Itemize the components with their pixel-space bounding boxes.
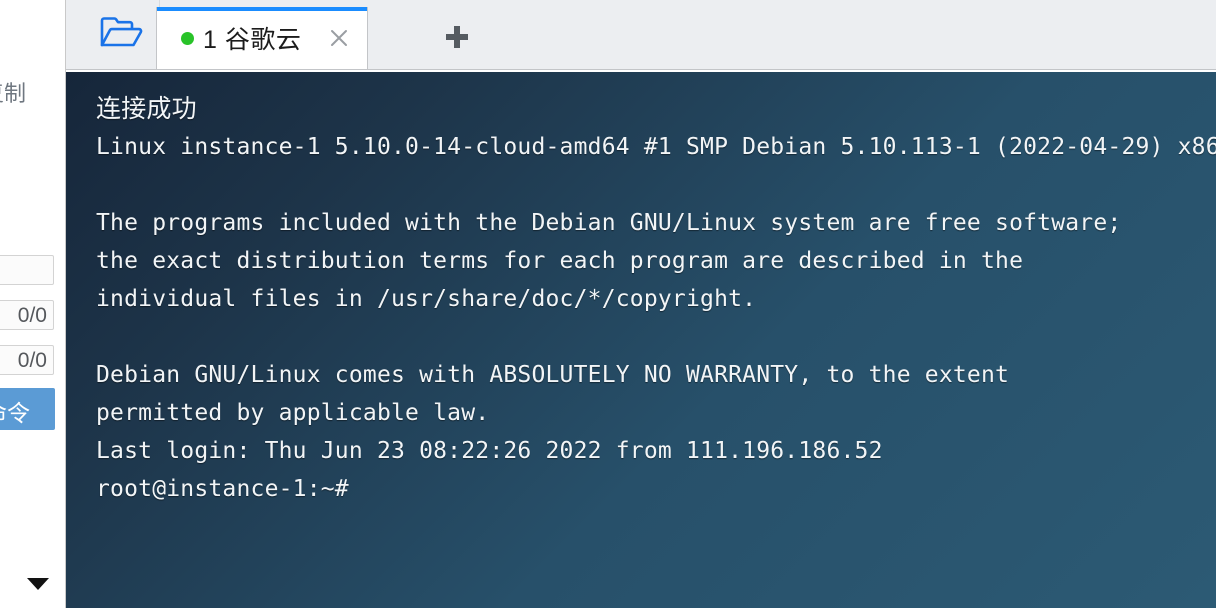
terminal-line: Last login: Thu Jun 23 08:22:26 2022 fro… (96, 438, 883, 464)
terminal-panel[interactable]: 连接成功 Linux instance-1 5.10.0-14-cloud-am… (66, 72, 1216, 608)
terminal-line: 连接成功 (96, 94, 197, 123)
tab-active-indicator (157, 7, 367, 11)
tab-item-active[interactable]: 1 谷歌云 (156, 7, 368, 69)
panel-divider (57, 0, 66, 608)
left-sidebar-panel: 复制 0/0 0/0 发送命令 (0, 0, 57, 608)
terminal-line: The programs included with the Debian GN… (96, 210, 1122, 236)
terminal-output: 连接成功 Linux instance-1 5.10.0-14-cloud-am… (66, 86, 1216, 508)
open-folder-button[interactable] (82, 0, 160, 69)
tab-status-dot (181, 31, 194, 45)
sidebar-counter-2[interactable]: 0/0 (0, 345, 54, 375)
terminal-line: Debian GNU/Linux comes with ABSOLUTELY N… (96, 362, 1010, 388)
copy-label: 复制 (0, 81, 27, 106)
terminal-line: permitted by applicable law. (96, 400, 490, 426)
sidebar-counter-1[interactable]: 0/0 (0, 300, 54, 330)
new-tab-button[interactable] (434, 20, 480, 58)
terminal-line: Linux instance-1 5.10.0-14-cloud-amd64 #… (96, 134, 1216, 160)
sidebar-input-blank[interactable] (0, 255, 54, 285)
open-folder-icon (99, 14, 143, 55)
triangle-down-icon[interactable] (27, 578, 49, 590)
sidebar-counter-1-value: 0/0 (17, 304, 47, 327)
tab-title: 1 谷歌云 (203, 26, 302, 54)
terminal-line: individual files in /usr/share/doc/*/cop… (96, 286, 757, 312)
terminal-line: the exact distribution terms for each pr… (96, 248, 1024, 274)
tab-bar: 1 谷歌云 (66, 0, 1216, 70)
terminal-prompt-line: root@instance-1:~# (96, 476, 349, 502)
app-root: 复制 0/0 0/0 发送命令 1 谷歌云 (0, 0, 1216, 608)
plus-icon (442, 22, 472, 57)
sidebar-counter-2-value: 0/0 (17, 349, 47, 372)
send-command-button[interactable]: 发送命令 (0, 388, 55, 430)
send-command-button-label: 发送命令 (0, 400, 30, 426)
close-icon[interactable] (327, 26, 351, 50)
